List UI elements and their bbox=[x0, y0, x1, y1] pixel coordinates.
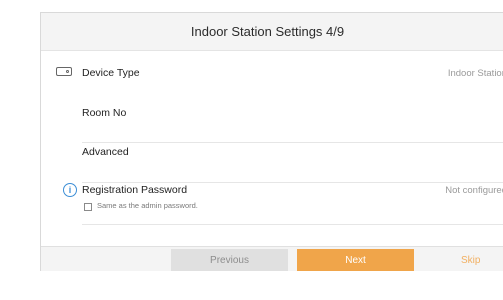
skip-button[interactable]: Skip bbox=[461, 249, 501, 271]
previous-button[interactable]: Previous bbox=[171, 249, 288, 271]
same-as-admin-checkbox[interactable] bbox=[84, 203, 92, 211]
device-type-label: Device Type bbox=[82, 67, 140, 79]
device-type-value: Indoor Station bbox=[447, 67, 503, 79]
divider bbox=[82, 224, 503, 225]
device-icon bbox=[56, 67, 72, 76]
settings-panel: Indoor Station Settings 4/9 Device Type … bbox=[40, 12, 503, 271]
page-header: Indoor Station Settings 4/9 bbox=[41, 13, 503, 51]
next-button[interactable]: Next bbox=[297, 249, 414, 271]
footer-bar: Previous Next Skip bbox=[41, 246, 503, 271]
room-no-label: Room No bbox=[82, 107, 127, 119]
registration-password-value: Not configured bbox=[445, 184, 503, 196]
registration-password-label: Registration Password bbox=[82, 184, 188, 196]
advanced-label: Advanced bbox=[82, 146, 129, 158]
page-title: Indoor Station Settings 4/9 bbox=[190, 24, 345, 39]
same-as-admin-label: Same as the admin password. bbox=[97, 201, 198, 210]
advanced-row[interactable]: Advanced bbox=[41, 135, 503, 169]
device-type-row[interactable]: Device Type Indoor Station bbox=[41, 57, 503, 89]
room-no-row[interactable]: Room No bbox=[41, 95, 503, 131]
registration-password-row[interactable]: Registration Password Not configured bbox=[41, 183, 503, 197]
